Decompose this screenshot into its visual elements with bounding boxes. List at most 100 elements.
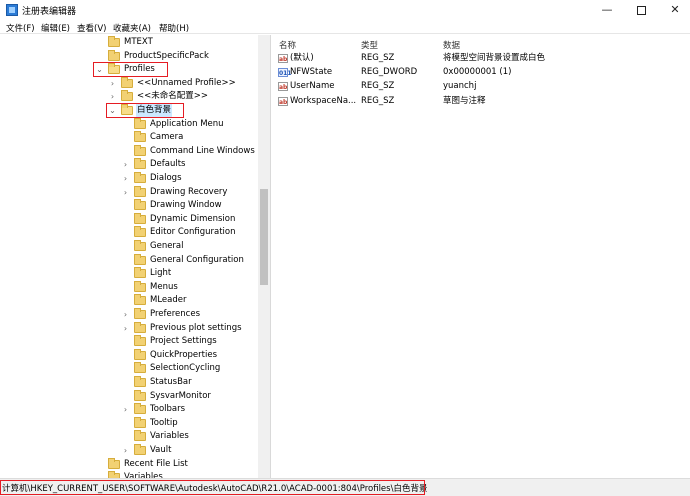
column-header-data[interactable]: 数据	[443, 39, 460, 51]
tree-item[interactable]: SysvarMonitor	[0, 389, 258, 403]
tree-item[interactable]: MLeader	[0, 294, 258, 307]
tree-item[interactable]: ⌄ 白色背景	[0, 104, 258, 117]
folder-icon	[134, 362, 146, 374]
tree-item[interactable]: QuickProperties	[0, 348, 258, 362]
folder-icon	[134, 389, 146, 401]
tree-item[interactable]: › Previous plot settings	[0, 321, 258, 335]
minimize-button[interactable]: —	[590, 0, 624, 20]
registry-values-list[interactable]: 名称 类型 数据 ab (默认) REG_SZ 将模型空间背景设置成白色 011 NFWS…	[274, 35, 690, 478]
folder-icon	[134, 267, 146, 279]
tree-item[interactable]: Editor Configuration	[0, 226, 258, 239]
tree-item[interactable]: Recent File List	[0, 457, 258, 471]
chevron-right-icon[interactable]: ›	[121, 444, 130, 457]
folder-icon	[134, 280, 146, 292]
value-data: 0x00000001 (1)	[443, 67, 512, 78]
dword-value-icon: 011	[278, 68, 292, 78]
column-header-name[interactable]: 名称	[279, 39, 296, 51]
tree-item[interactable]: Drawing Window	[0, 199, 258, 212]
tree-item[interactable]: ProductSpecificPack	[0, 49, 258, 63]
menu-edit[interactable]: 编辑(E)	[41, 22, 70, 34]
tree-item[interactable]: › Defaults	[0, 158, 258, 171]
registry-editor-icon	[6, 4, 18, 16]
folder-icon	[134, 321, 146, 333]
tree-item-label: Variables	[124, 472, 163, 478]
menu-favorites[interactable]: 收藏夹(A)	[113, 22, 151, 34]
tree-item-label: ProductSpecificPack	[124, 50, 209, 61]
tree-item-label: Defaults	[150, 159, 186, 170]
tree-item[interactable]: Camera	[0, 131, 258, 144]
tree-item[interactable]: General	[0, 240, 258, 253]
value-name: WorkspaceNa...	[290, 95, 357, 106]
folder-icon	[134, 430, 146, 442]
chevron-right-icon[interactable]: ›	[121, 172, 130, 185]
menu-help[interactable]: 帮助(H)	[159, 22, 189, 34]
value-data: yuanchj	[443, 81, 477, 92]
tree-item[interactable]: › <<Unnamed Profile>>	[0, 76, 258, 90]
registry-key-tree[interactable]: MTEXT ProductSpecificPack ⌄ Profiles › <<Unna…	[0, 35, 258, 478]
folder-icon	[134, 240, 146, 251]
tree-item[interactable]: StatusBar	[0, 376, 258, 389]
tree-item[interactable]: Tooltip	[0, 416, 258, 430]
value-row[interactable]: 011 NFWState REG_DWORD 0x00000001 (1)	[274, 66, 690, 79]
tree-item[interactable]: › Toolbars	[0, 403, 258, 416]
tree-scrollbar[interactable]	[258, 35, 270, 478]
tree-item[interactable]: › <<未命名配置>>	[0, 90, 258, 103]
tree-item-label: Light	[150, 268, 172, 279]
folder-icon	[121, 90, 133, 102]
tree-scrollbar-thumb[interactable]	[260, 189, 268, 285]
maximize-button[interactable]	[624, 0, 658, 20]
folder-icon	[134, 158, 146, 170]
chevron-right-icon[interactable]: ›	[121, 322, 130, 335]
chevron-down-icon[interactable]: ⌄	[108, 104, 117, 117]
tree-item[interactable]: Light	[0, 267, 258, 280]
tree-item-label: MLeader	[150, 295, 187, 306]
close-button[interactable]: ✕	[658, 0, 690, 20]
tree-item[interactable]: Command Line Windows	[0, 144, 258, 158]
tree-item[interactable]: › Dialogs	[0, 172, 258, 185]
value-type: REG_SZ	[361, 95, 395, 106]
tree-item[interactable]: Application Menu	[0, 117, 258, 131]
tree-item-label: Previous plot settings	[150, 322, 242, 333]
value-data: 草图与注释	[443, 95, 486, 106]
tree-item[interactable]: SelectionCycling	[0, 362, 258, 375]
tree-item[interactable]: Variables	[0, 471, 258, 478]
folder-icon	[134, 185, 146, 197]
tree-item[interactable]: › Drawing Recovery	[0, 185, 258, 199]
tree-item[interactable]: MTEXT	[0, 36, 258, 49]
folder-icon	[121, 76, 133, 88]
tree-item[interactable]: General Configuration	[0, 253, 258, 267]
menu-file[interactable]: 文件(F)	[6, 22, 35, 34]
tree-item[interactable]: Project Settings	[0, 335, 258, 348]
value-type: REG_DWORD	[361, 67, 418, 78]
folder-icon	[134, 348, 146, 360]
tree-item-label: <<Unnamed Profile>>	[137, 77, 236, 88]
tree-item[interactable]: › Vault	[0, 444, 258, 457]
tree-item-label: Vault	[150, 445, 172, 455]
chevron-right-icon[interactable]: ›	[108, 77, 117, 90]
tree-item-label: Dialogs	[150, 173, 182, 183]
string-value-icon: ab	[278, 54, 288, 63]
tree-item[interactable]: Menus	[0, 280, 258, 294]
chevron-right-icon[interactable]: ›	[121, 403, 130, 416]
tree-item[interactable]: Dynamic Dimension	[0, 212, 258, 226]
chevron-right-icon[interactable]: ›	[121, 186, 130, 199]
value-name: (默认)	[290, 53, 314, 63]
chevron-right-icon[interactable]: ›	[108, 90, 117, 103]
menu-view[interactable]: 查看(V)	[77, 22, 106, 34]
value-row[interactable]: ab WorkspaceNa... REG_SZ 草图与注释	[274, 95, 690, 108]
value-row[interactable]: ab UserName REG_SZ yuanchj	[274, 80, 690, 93]
tree-item[interactable]: Variables	[0, 430, 258, 443]
tree-item[interactable]: › Preferences	[0, 308, 258, 321]
chevron-down-icon[interactable]: ⌄	[95, 63, 104, 76]
column-header-type[interactable]: 类型	[361, 39, 378, 51]
window-title: 注册表编辑器	[22, 7, 77, 17]
tree-item-label: Menus	[150, 281, 178, 292]
value-name: NFWState	[290, 67, 333, 78]
tree-item[interactable]: ⌄ Profiles	[0, 63, 258, 76]
chevron-right-icon[interactable]: ›	[121, 308, 130, 321]
value-row[interactable]: ab (默认) REG_SZ 将模型空间背景设置成白色	[274, 52, 690, 65]
tree-item-label: Project Settings	[150, 336, 217, 347]
tree-item-label: QuickProperties	[150, 349, 217, 360]
tree-item-label: Editor Configuration	[150, 227, 236, 238]
chevron-right-icon[interactable]: ›	[121, 158, 130, 171]
